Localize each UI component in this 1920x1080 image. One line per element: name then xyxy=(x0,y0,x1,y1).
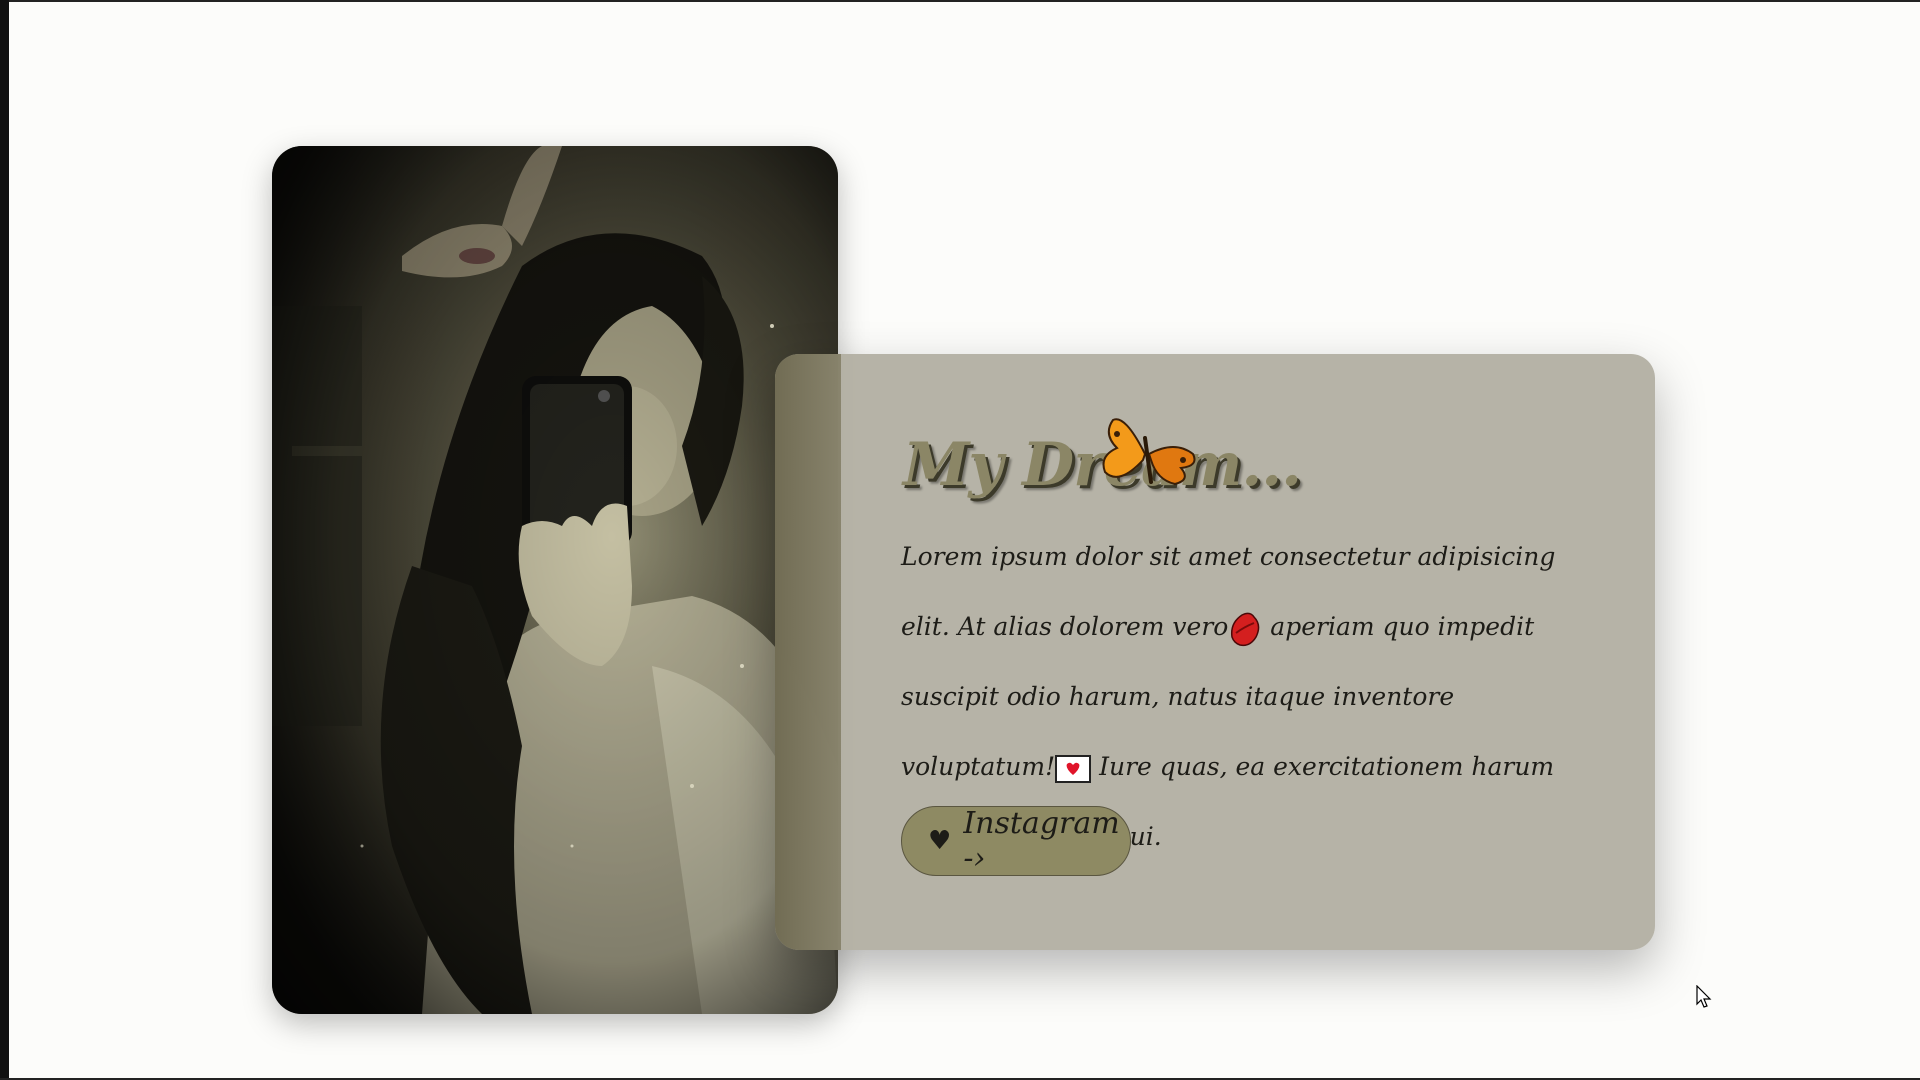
photo-illustration xyxy=(272,146,838,1014)
butterfly-icon xyxy=(1102,418,1196,486)
lips-icon xyxy=(1231,612,1260,646)
love-letter-icon xyxy=(1055,754,1092,783)
card-glass-edge xyxy=(775,354,841,950)
mouse-pointer-icon xyxy=(1696,985,1712,1008)
frame-top-border xyxy=(0,0,1920,2)
info-card: My Dream... Lorem ipsum dolor sit amet c… xyxy=(775,354,1655,950)
profile-photo xyxy=(272,146,838,1014)
frame-left-border xyxy=(0,0,9,1080)
heart-icon: ♥ xyxy=(928,826,952,856)
instagram-button[interactable]: ♥ Instagram -› xyxy=(901,806,1131,876)
instagram-button-label: Instagram -› xyxy=(963,806,1120,876)
